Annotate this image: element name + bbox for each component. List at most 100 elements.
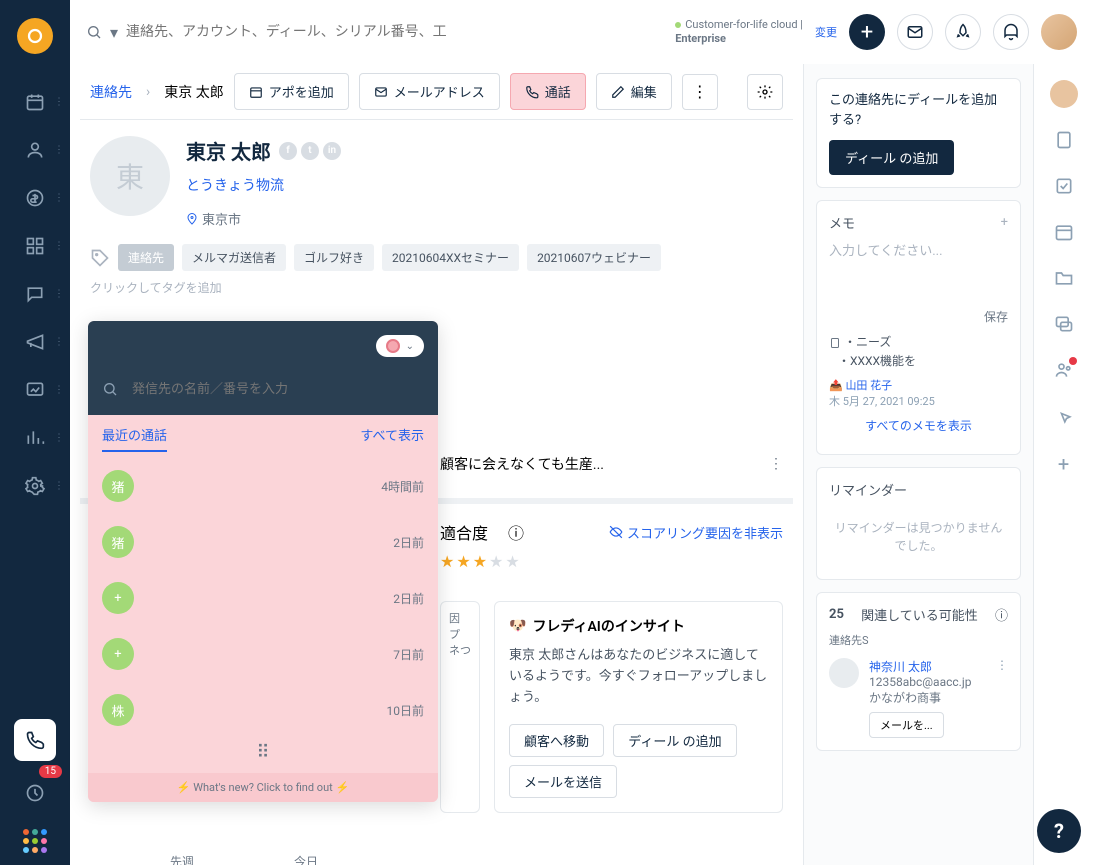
memo-title: メモ [829, 213, 855, 232]
related-contact[interactable]: 神奈川 太郎 12358abc@aacc.jp かながわ商事 メールを... ⋮ [829, 658, 1008, 738]
edit-button[interactable]: 編集 [596, 73, 672, 110]
add-memo-icon[interactable]: + [1001, 215, 1008, 230]
tag-item[interactable]: メルマガ送信者 [182, 244, 286, 271]
change-plan-link[interactable]: 変更 [815, 24, 837, 40]
app-logo[interactable] [17, 18, 53, 54]
rail-click-icon[interactable] [1054, 406, 1074, 430]
rail-add-icon[interactable]: + [1058, 452, 1069, 476]
toolbar-settings-button[interactable] [747, 74, 783, 110]
rocket-button[interactable] [945, 14, 981, 50]
rail-calendar-icon[interactable] [1054, 222, 1074, 246]
row-menu-button[interactable]: ⋮ [769, 456, 783, 472]
insight-body: 東京 太郎さんはあなたのビジネスに適しているようです。今すぐフォローアップしまし… [509, 646, 768, 708]
related-menu[interactable]: ⋮ [996, 658, 1008, 672]
rail-task-icon[interactable] [1054, 176, 1074, 200]
show-all-link[interactable]: すべて表示 [360, 425, 424, 452]
note-author: 📤 山田 花子 [829, 377, 1008, 393]
move-to-customer-button[interactable]: 顧客へ移動 [509, 724, 604, 757]
global-search-input[interactable] [126, 24, 446, 40]
email-button[interactable]: メールアドレス [359, 73, 500, 110]
rail-people-icon[interactable] [1054, 360, 1074, 384]
search-dropdown-icon[interactable]: ▾ [110, 23, 118, 42]
send-mail-button[interactable]: メールを送信 [509, 765, 617, 798]
call-button[interactable]: 通話 [510, 73, 586, 110]
chevron-right-icon: › [146, 84, 150, 100]
notifications-button[interactable] [993, 14, 1029, 50]
memo-input[interactable]: 入力してください... [829, 240, 1008, 300]
call-item[interactable]: 猪4時間前 [102, 458, 424, 514]
add-deal-button[interactable]: ディール の追加 [613, 724, 736, 757]
tag-item[interactable]: ゴルフ好き [294, 244, 374, 271]
related-title: 関連している可能性 [861, 605, 978, 624]
related-subtitle: 連絡先S [829, 632, 1008, 648]
app-switcher[interactable] [23, 829, 47, 853]
add-appointment-button[interactable]: アポを追加 [234, 73, 349, 110]
company-link[interactable]: とうきょう物流 [186, 175, 341, 195]
hide-scoring-link[interactable]: スコアリング要因を非表示 [609, 523, 783, 542]
mail-button[interactable] [897, 14, 933, 50]
call-item[interactable]: +2日前 [102, 570, 424, 626]
facebook-icon[interactable]: f [279, 142, 297, 160]
nav-campaigns[interactable]: ⋮ [0, 318, 70, 366]
nav-products[interactable]: ⋮ [0, 222, 70, 270]
tag-item[interactable]: 20210607ウェビナー [527, 244, 661, 271]
call-item[interactable]: 猪2日前 [102, 514, 424, 570]
contact-avatar: 東 [90, 136, 170, 216]
nav-deals[interactable]: ⋮ [0, 174, 70, 222]
breadcrumb-current: 東京 太郎 [164, 82, 223, 102]
left-sidebar: ⋮ ⋮ ⋮ ⋮ ⋮ ⋮ ⋮ ⋮ ⋮ 15 [0, 0, 70, 865]
show-all-memos-link[interactable]: すべてのメモを表示 [829, 409, 1008, 442]
timeline-today: 今日 [294, 853, 318, 865]
contact-location: 東京市 [186, 209, 341, 228]
memo-save-button[interactable]: 保存 [829, 308, 1008, 325]
dialer-status-toggle[interactable]: ⌄ [376, 335, 424, 357]
search-icon[interactable] [86, 24, 102, 40]
factors-card: 因 プ ネつ [440, 601, 480, 813]
add-deal-button[interactable]: ディール の追加 [829, 140, 954, 175]
related-company: かながわ商事 [869, 689, 971, 706]
tag-item[interactable]: 連絡先 [118, 244, 174, 271]
rail-file-icon[interactable] [1054, 130, 1074, 154]
rail-avatar[interactable] [1050, 80, 1078, 108]
recent-calls-tab[interactable]: 最近の通話 [102, 425, 167, 452]
plan-info: Customer-for-life cloud | Enterprise [675, 18, 803, 47]
nav-reports[interactable]: ⋮ [0, 366, 70, 414]
rail-chat-icon[interactable] [1054, 314, 1074, 338]
help-fab[interactable]: ? [1037, 809, 1081, 853]
nav-settings[interactable]: ⋮ [0, 462, 70, 510]
twitter-icon[interactable]: t [301, 142, 319, 160]
tag-item[interactable]: 20210604XXセミナー [382, 244, 519, 271]
insight-title: 🐶 フレディAIのインサイト [509, 616, 768, 636]
nav-analytics[interactable]: ⋮ [0, 414, 70, 462]
add-new-button[interactable]: + [849, 14, 885, 50]
rail-folder-icon[interactable] [1054, 268, 1074, 292]
linkedin-icon[interactable]: in [323, 142, 341, 160]
mail-related-button[interactable]: メールを... [869, 712, 944, 738]
nav-calendar[interactable]: ⋮ [0, 78, 70, 126]
phone-dialer-toggle[interactable] [14, 719, 56, 761]
user-avatar[interactable] [1041, 14, 1077, 50]
tag-icon [90, 248, 110, 268]
related-count: 25 [829, 607, 844, 622]
keypad-icon[interactable]: ⠿ [88, 732, 438, 773]
whats-new-link[interactable]: ⚡ What's new? Click to find out ⚡ [88, 773, 438, 802]
breadcrumb: 連絡先 › 東京 太郎 [90, 82, 224, 102]
note-item: ・ニーズ ・XXXX機能を [829, 333, 1008, 371]
call-item[interactable]: 株10日前 [102, 682, 424, 732]
call-list[interactable]: 猪4時間前 猪2日前 +2日前 +7日前 株10日前 [88, 452, 438, 732]
info-icon[interactable]: ⓘ [508, 520, 524, 544]
nav-activity[interactable]: 15 [0, 769, 70, 817]
call-item[interactable]: +7日前 [102, 626, 424, 682]
info-icon[interactable]: ⓘ [995, 605, 1008, 624]
dialer-search-input[interactable] [132, 382, 424, 397]
breadcrumb-contacts[interactable]: 連絡先 [90, 82, 132, 102]
add-tag-input[interactable]: クリックしてタグを追加 [90, 279, 783, 296]
related-email: 12358abc@aacc.jp [869, 675, 971, 689]
deal-prompt: この連絡先にディールを追加する? [829, 91, 1008, 130]
more-actions-button[interactable]: ⋮ [682, 74, 718, 110]
nav-contacts[interactable]: ⋮ [0, 126, 70, 174]
fit-label: 適合度 [440, 520, 488, 544]
meet-text: 顧客に会えなくても生産... [440, 454, 604, 474]
related-name[interactable]: 神奈川 太郎 [869, 658, 971, 675]
nav-conversations[interactable]: ⋮ [0, 270, 70, 318]
